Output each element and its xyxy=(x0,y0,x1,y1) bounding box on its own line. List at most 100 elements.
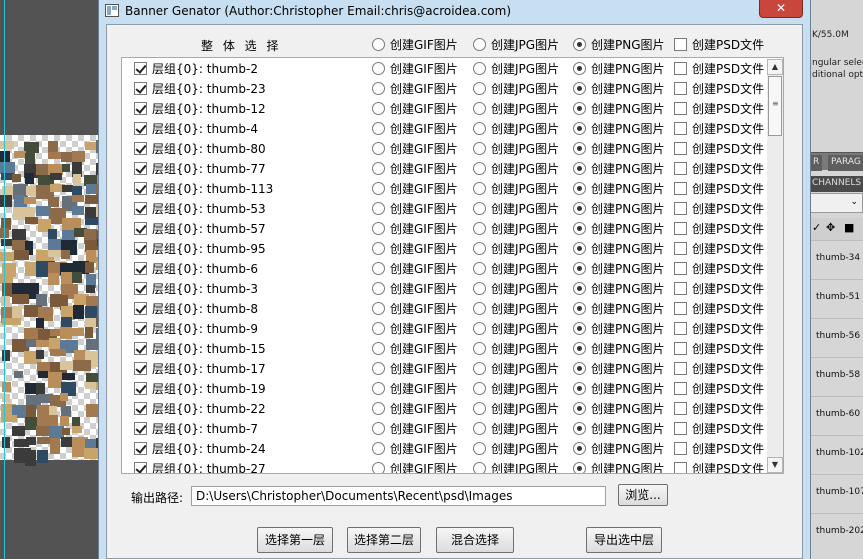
radio-jpg[interactable]: 创建JPG图片 xyxy=(473,341,559,357)
psd-checkbox[interactable]: 创建PSD文件 xyxy=(674,181,764,197)
psd-checkbox[interactable]: 创建PSD文件 xyxy=(674,241,764,257)
psd-checkbox[interactable]: 创建PSD文件 xyxy=(674,421,764,437)
layer-panel-row[interactable]: thumb-56 xyxy=(808,318,863,354)
layer-checkbox[interactable]: 层组{0}: thumb-77 xyxy=(134,161,266,177)
tab-paragraph[interactable]: PARAG xyxy=(828,155,863,171)
psd-checkbox[interactable]: 创建PSD文件 xyxy=(674,281,764,297)
output-path-input[interactable]: D:\Users\Christopher\Documents\Recent\ps… xyxy=(191,486,606,506)
select-all-gif-radio[interactable]: 创建GIF图片 xyxy=(372,37,458,53)
radio-gif[interactable]: 创建GIF图片 xyxy=(372,101,458,117)
radio-png[interactable]: 创建PNG图片 xyxy=(573,101,665,117)
radio-png[interactable]: 创建PNG图片 xyxy=(573,261,665,277)
layer-panel-row[interactable]: thumb-102 xyxy=(808,435,863,471)
radio-jpg[interactable]: 创建JPG图片 xyxy=(473,401,559,417)
radio-jpg[interactable]: 创建JPG图片 xyxy=(473,201,559,217)
layer-checkbox[interactable]: 层组{0}: thumb-27 xyxy=(134,461,266,473)
layer-checkbox[interactable]: 层组{0}: thumb-4 xyxy=(134,121,258,137)
layer-checkbox[interactable]: 层组{0}: thumb-95 xyxy=(134,241,266,257)
layer-checkbox[interactable]: 层组{0}: thumb-15 xyxy=(134,341,266,357)
psd-checkbox[interactable]: 创建PSD文件 xyxy=(674,261,764,277)
radio-png[interactable]: 创建PNG图片 xyxy=(573,321,665,337)
radio-jpg[interactable]: 创建JPG图片 xyxy=(473,101,559,117)
radio-gif[interactable]: 创建GIF图片 xyxy=(372,181,458,197)
radio-gif[interactable]: 创建GIF图片 xyxy=(372,421,458,437)
radio-png[interactable]: 创建PNG图片 xyxy=(573,361,665,377)
export-selected-button[interactable]: 导出选中层 xyxy=(586,527,662,553)
layer-checkbox[interactable]: 层组{0}: thumb-53 xyxy=(134,201,266,217)
radio-jpg[interactable]: 创建JPG图片 xyxy=(473,461,559,473)
radio-gif[interactable]: 创建GIF图片 xyxy=(372,401,458,417)
radio-gif[interactable]: 创建GIF图片 xyxy=(372,221,458,237)
layer-checkbox[interactable]: 层组{0}: thumb-80 xyxy=(134,141,266,157)
select-all-png-radio[interactable]: 创建PNG图片 xyxy=(573,37,665,53)
psd-checkbox[interactable]: 创建PSD文件 xyxy=(674,101,764,117)
radio-jpg[interactable]: 创建JPG图片 xyxy=(473,381,559,397)
layer-checkbox[interactable]: 层组{0}: thumb-3 xyxy=(134,281,258,297)
move-lock-icon[interactable]: ✥ xyxy=(826,221,835,234)
scroll-up-button[interactable]: ▲ xyxy=(767,59,783,75)
radio-jpg[interactable]: 创建JPG图片 xyxy=(473,441,559,457)
layer-checkbox[interactable]: 层组{0}: thumb-7 xyxy=(134,421,258,437)
tab-channels[interactable]: CHANNELS xyxy=(812,178,861,188)
layer-checkbox[interactable]: 层组{0}: thumb-12 xyxy=(134,101,266,117)
radio-gif[interactable]: 创建GIF图片 xyxy=(372,161,458,177)
radio-gif[interactable]: 创建GIF图片 xyxy=(372,121,458,137)
select-all-psd-checkbox[interactable]: 创建PSD文件 xyxy=(674,37,764,53)
radio-jpg[interactable]: 创建JPG图片 xyxy=(473,241,559,257)
psd-checkbox[interactable]: 创建PSD文件 xyxy=(674,401,764,417)
radio-png[interactable]: 创建PNG图片 xyxy=(573,341,665,357)
radio-jpg[interactable]: 创建JPG图片 xyxy=(473,121,559,137)
radio-jpg[interactable]: 创建JPG图片 xyxy=(473,281,559,297)
layer-checkbox[interactable]: 层组{0}: thumb-17 xyxy=(134,361,266,377)
radio-gif[interactable]: 创建GIF图片 xyxy=(372,141,458,157)
radio-png[interactable]: 创建PNG图片 xyxy=(573,201,665,217)
radio-gif[interactable]: 创建GIF图片 xyxy=(372,61,458,77)
layer-panel-row[interactable]: thumb-60 xyxy=(808,396,863,432)
psd-checkbox[interactable]: 创建PSD文件 xyxy=(674,141,764,157)
layer-checkbox[interactable]: 层组{0}: thumb-23 xyxy=(134,81,266,97)
radio-png[interactable]: 创建PNG图片 xyxy=(573,241,665,257)
radio-gif[interactable]: 创建GIF图片 xyxy=(372,381,458,397)
psd-checkbox[interactable]: 创建PSD文件 xyxy=(674,321,764,337)
radio-jpg[interactable]: 创建JPG图片 xyxy=(473,81,559,97)
lock-icon[interactable]: ■ xyxy=(844,221,854,234)
radio-jpg[interactable]: 创建JPG图片 xyxy=(473,141,559,157)
select-second-layer-button[interactable]: 选择第二层 xyxy=(347,527,421,553)
radio-gif[interactable]: 创建GIF图片 xyxy=(372,341,458,357)
radio-png[interactable]: 创建PNG图片 xyxy=(573,421,665,437)
mixed-select-button[interactable]: 混合选择 xyxy=(436,527,514,553)
psd-checkbox[interactable]: 创建PSD文件 xyxy=(674,161,764,177)
radio-jpg[interactable]: 创建JPG图片 xyxy=(473,181,559,197)
vertical-scrollbar[interactable]: ▲ ▼ xyxy=(767,59,783,473)
psd-checkbox[interactable]: 创建PSD文件 xyxy=(674,61,764,77)
radio-gif[interactable]: 创建GIF图片 xyxy=(372,81,458,97)
radio-gif[interactable]: 创建GIF图片 xyxy=(372,441,458,457)
radio-png[interactable]: 创建PNG图片 xyxy=(573,141,665,157)
blend-mode-dropdown[interactable]: ⌄ xyxy=(808,193,863,213)
radio-gif[interactable]: 创建GIF图片 xyxy=(372,241,458,257)
radio-jpg[interactable]: 创建JPG图片 xyxy=(473,321,559,337)
layer-panel-row[interactable]: thumb-51 xyxy=(808,279,863,315)
radio-png[interactable]: 创建PNG图片 xyxy=(573,181,665,197)
layer-checkbox[interactable]: 层组{0}: thumb-113 xyxy=(134,181,273,197)
radio-png[interactable]: 创建PNG图片 xyxy=(573,281,665,297)
layer-panel-row[interactable]: thumb-58 xyxy=(808,357,863,393)
radio-png[interactable]: 创建PNG图片 xyxy=(573,401,665,417)
layer-checkbox[interactable]: 层组{0}: thumb-9 xyxy=(134,321,258,337)
radio-png[interactable]: 创建PNG图片 xyxy=(573,121,665,137)
radio-gif[interactable]: 创建GIF图片 xyxy=(372,461,458,473)
layer-checkbox[interactable]: 层组{0}: thumb-22 xyxy=(134,401,266,417)
scroll-thumb[interactable] xyxy=(768,76,782,136)
radio-jpg[interactable]: 创建JPG图片 xyxy=(473,261,559,277)
layer-checkbox[interactable]: 层组{0}: thumb-57 xyxy=(134,221,266,237)
radio-jpg[interactable]: 创建JPG图片 xyxy=(473,61,559,77)
radio-png[interactable]: 创建PNG图片 xyxy=(573,381,665,397)
radio-png[interactable]: 创建PNG图片 xyxy=(573,61,665,77)
layer-checkbox[interactable]: 层组{0}: thumb-2 xyxy=(134,61,258,77)
title-bar[interactable]: Banner Genator (Author:Christopher Email… xyxy=(99,0,810,24)
radio-jpg[interactable]: 创建JPG图片 xyxy=(473,421,559,437)
psd-checkbox[interactable]: 创建PSD文件 xyxy=(674,221,764,237)
radio-jpg[interactable]: 创建JPG图片 xyxy=(473,301,559,317)
scroll-down-button[interactable]: ▼ xyxy=(767,457,783,473)
close-button[interactable]: ✕ xyxy=(759,0,803,18)
